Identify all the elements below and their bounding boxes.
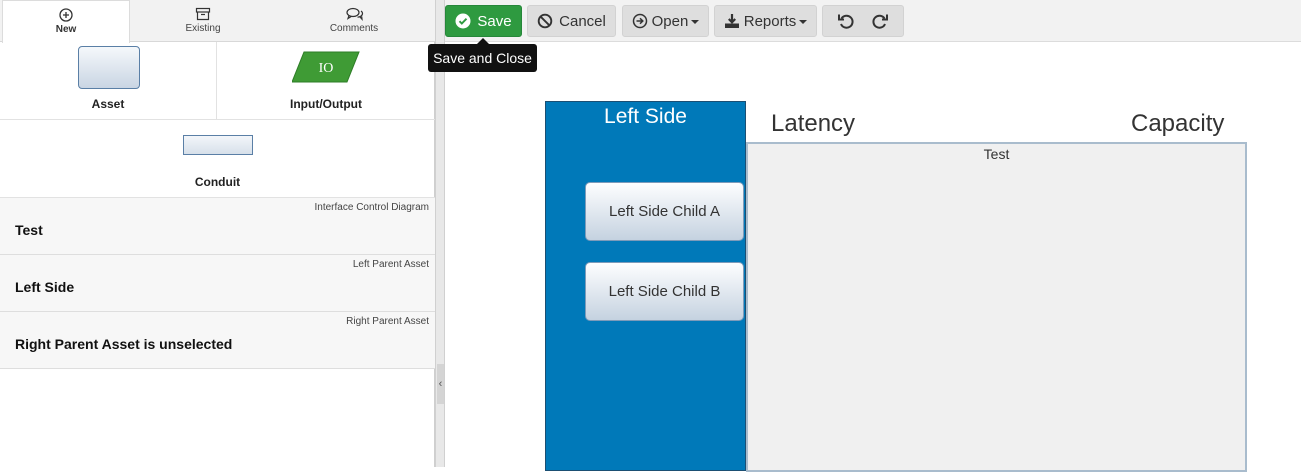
save-label: Save: [477, 12, 512, 30]
left-parent-asset[interactable]: Left Side Left Side Child A Left Side Ch…: [545, 101, 746, 471]
info-name: Right Parent Asset is unselected: [15, 336, 233, 352]
palette-asset[interactable]: Asset: [0, 42, 217, 120]
cancel-button[interactable]: Cancel: [527, 5, 616, 37]
toolbar: Save Cancel Open Reports: [445, 0, 1301, 42]
archive-icon: [195, 7, 211, 21]
palette-conduit-label: Conduit: [194, 175, 241, 189]
conduit-label: Test: [983, 146, 1010, 162]
info-right-parent[interactable]: Right Parent Asset Right Parent Asset is…: [0, 312, 435, 369]
comments-icon: [346, 7, 364, 21]
tab-new[interactable]: New: [2, 0, 130, 43]
reports-button[interactable]: Reports: [714, 5, 817, 37]
save-tooltip: Save and Close: [428, 44, 537, 72]
undo-redo-group: [822, 5, 904, 37]
tab-existing[interactable]: Existing: [140, 0, 266, 42]
check-circle-icon: [455, 13, 471, 29]
child-asset-a[interactable]: Left Side Child A: [585, 182, 744, 241]
tab-comments-label: Comments: [329, 23, 379, 34]
asset-shape-icon: [78, 46, 140, 89]
redo-icon[interactable]: [871, 12, 889, 30]
palette-row: Conduit: [0, 120, 435, 198]
open-button[interactable]: Open: [622, 5, 709, 37]
panel-tabs: New Existing Comments: [0, 0, 435, 43]
ban-icon: [537, 13, 553, 29]
conduit-area[interactable]: Test: [746, 142, 1247, 472]
diagram-canvas[interactable]: Left Side Left Side Child A Left Side Ch…: [445, 42, 1301, 472]
palette-asset-label: Asset: [91, 97, 125, 111]
left-panel: New Existing Comments Asset IO Input/Out…: [0, 0, 435, 467]
palette-input-output[interactable]: IO Input/Output: [217, 42, 435, 120]
io-shape-text: IO: [319, 61, 334, 76]
chevron-down-icon: [691, 20, 700, 24]
latency-header: Latency: [771, 110, 856, 137]
io-shape-icon: IO: [292, 51, 360, 83]
info-type: Left Parent Asset: [352, 259, 429, 270]
reports-label: Reports: [743, 12, 797, 30]
tab-comments[interactable]: Comments: [290, 0, 418, 42]
tab-existing-label: Existing: [185, 23, 221, 34]
palette-row: Asset IO Input/Output: [0, 42, 435, 120]
plus-circle-icon: [58, 8, 74, 22]
info-name: Left Side: [15, 279, 75, 295]
open-label: Open: [651, 12, 689, 30]
left-parent-title: Left Side: [604, 105, 687, 128]
conduit-shape-icon: [183, 135, 253, 155]
tab-new-label: New: [55, 24, 77, 35]
collapse-handle[interactable]: ‹: [437, 364, 444, 404]
undo-icon[interactable]: [837, 12, 855, 30]
info-type: Interface Control Diagram: [314, 202, 430, 213]
info-name: Test: [15, 222, 43, 238]
cancel-label: Cancel: [559, 12, 606, 30]
palette-io-label: Input/Output: [290, 97, 362, 111]
info-type: Right Parent Asset: [346, 316, 429, 327]
capacity-header: Capacity: [1131, 110, 1225, 137]
info-diagram[interactable]: Interface Control Diagram Test: [0, 198, 435, 255]
palette-conduit[interactable]: Conduit: [0, 120, 435, 198]
info-left-parent[interactable]: Left Parent Asset Left Side: [0, 255, 435, 312]
download-icon: [724, 13, 740, 29]
child-asset-b[interactable]: Left Side Child B: [585, 262, 744, 321]
save-button[interactable]: Save: [445, 5, 522, 37]
chevron-down-icon: [799, 20, 808, 24]
arrow-circle-right-icon: [632, 13, 648, 29]
